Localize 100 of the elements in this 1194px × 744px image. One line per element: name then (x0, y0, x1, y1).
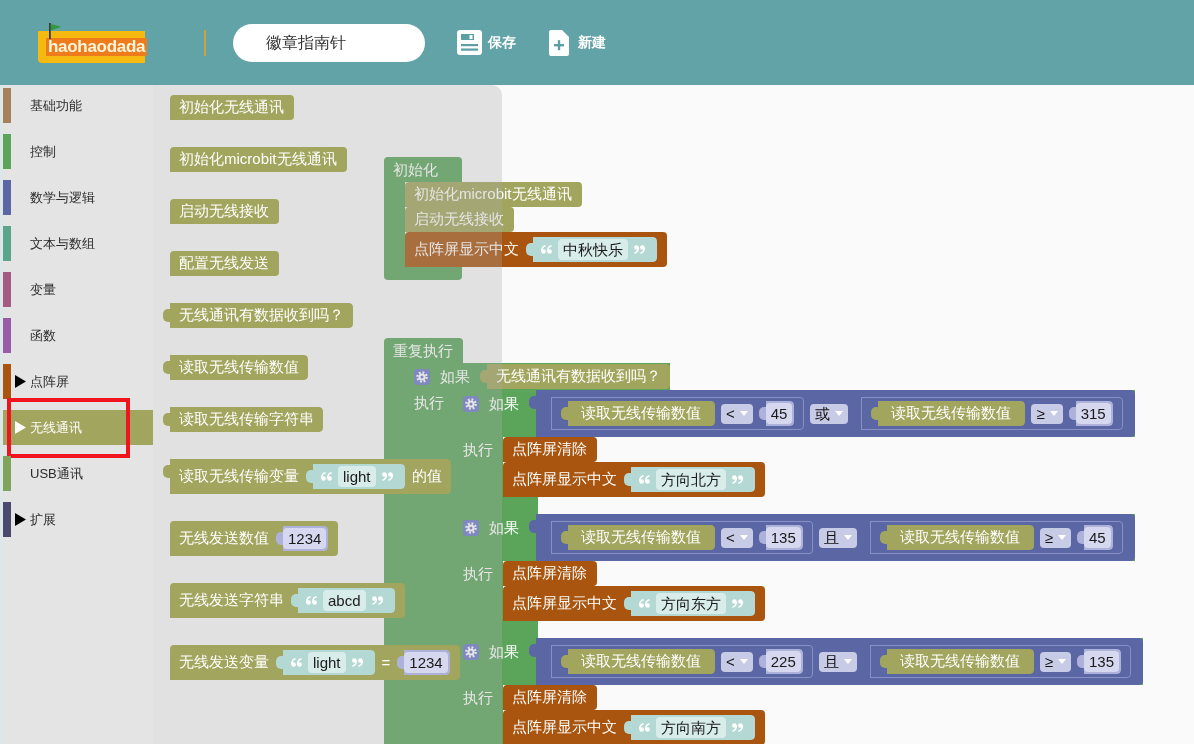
text-field[interactable]: abcd (323, 590, 366, 611)
dropdown[interactable]: ≥ (1039, 527, 1072, 548)
number-field[interactable]: 315 (1075, 403, 1111, 424)
dropdown[interactable]: 或 (810, 403, 849, 424)
statement-block[interactable]: 点阵屏显示中文 方向东方 (503, 586, 765, 621)
statement-block[interactable]: 点阵屏清除 (503, 561, 597, 586)
project-name-field[interactable]: 徽章指南针 (233, 23, 425, 62)
number-block[interactable]: 1234 (276, 526, 329, 551)
category-item[interactable]: 数学与逻辑 (3, 180, 153, 215)
statement-block[interactable]: 点阵屏显示中文 方向南方 (503, 710, 765, 744)
block-label: 执行 (463, 689, 493, 706)
condition-block[interactable]: 读取无线传输数值 < 225 且 读取无线传输数值 ≥ 135 (529, 638, 1144, 685)
block-label: 执行 (463, 565, 493, 582)
close-quote-icon (371, 596, 383, 605)
close-quote-icon (634, 245, 645, 254)
text-field[interactable]: 中秋快乐 (558, 239, 628, 260)
open-quote-icon (306, 596, 317, 605)
gear-icon[interactable] (414, 369, 430, 385)
condition-block[interactable]: 读取无线传输数值 < 135 且 读取无线传输数值 ≥ 45 (529, 514, 1135, 561)
text-block[interactable]: 方向东方 (624, 591, 755, 616)
flag-icon (48, 22, 62, 39)
text-block[interactable]: 方向南方 (624, 715, 755, 740)
caret-icon (1058, 535, 1067, 540)
number-block[interactable]: 135 (1077, 649, 1122, 674)
statement-block[interactable]: 无线发送数值 1234 (170, 521, 339, 556)
gear-icon[interactable] (463, 520, 479, 536)
caret-icon (739, 535, 748, 540)
close-quote-icon (351, 658, 363, 667)
text-field[interactable]: 方向南方 (656, 717, 726, 738)
text-block[interactable]: light (276, 650, 375, 675)
text-block[interactable]: abcd (291, 588, 395, 613)
number-field[interactable]: 45 (1084, 527, 1111, 548)
text-field[interactable]: 方向北方 (656, 469, 726, 490)
dropdown[interactable]: 且 (818, 527, 857, 548)
number-block[interactable]: 315 (1068, 401, 1113, 426)
statement-block[interactable]: 点阵屏清除 (503, 685, 597, 710)
block-label: 执行 (414, 394, 444, 411)
text-field[interactable]: light (308, 652, 346, 673)
category-item[interactable]: USB通讯 (3, 456, 153, 491)
caret-icon (739, 411, 748, 416)
caret-icon (835, 411, 844, 416)
statement-block[interactable]: 点阵屏显示中文 方向北方 (503, 462, 765, 497)
number-field[interactable]: 1234 (283, 528, 327, 549)
open-quote-icon (639, 475, 650, 484)
text-block[interactable]: 中秋快乐 (526, 237, 657, 262)
open-quote-icon (639, 599, 650, 608)
gear-icon[interactable] (463, 396, 479, 412)
category-item[interactable]: 变量 (3, 272, 153, 307)
open-quote-icon (541, 245, 552, 254)
category-item[interactable]: 函数 (3, 318, 153, 353)
dropdown[interactable]: < (721, 651, 753, 672)
number-block[interactable]: 45 (1077, 525, 1113, 550)
open-quote-icon (639, 723, 650, 732)
statement-block[interactable]: 无线发送字符串 abcd (170, 583, 405, 618)
statement-block[interactable]: 点阵屏清除 (503, 437, 597, 462)
save-icon (457, 30, 482, 55)
block-header[interactable]: 如果 读取无线传输数值 < 225 且 读取无线传输数值 ≥ 135 (454, 638, 1144, 685)
category-item[interactable]: 基础功能 (3, 88, 153, 123)
close-quote-icon (732, 475, 743, 484)
caret-icon (739, 659, 748, 664)
value-block[interactable]: 读取无线传输变量 light 的值 (163, 459, 451, 494)
number-field[interactable]: 225 (765, 651, 801, 672)
number-field[interactable]: 45 (765, 403, 793, 424)
open-quote-icon (291, 658, 302, 667)
category-item[interactable]: 点阵屏 (3, 364, 153, 399)
number-field[interactable]: 135 (1084, 651, 1120, 672)
text-field[interactable]: light (338, 466, 376, 487)
block-header[interactable]: 如果 读取无线传输数值 < 135 且 读取无线传输数值 ≥ 45 (454, 514, 1135, 561)
number-block[interactable]: 1234 (397, 650, 450, 675)
dropdown[interactable]: < (721, 403, 753, 424)
open-quote-icon (321, 472, 332, 481)
caret-icon (843, 535, 852, 540)
text-field[interactable]: 方向东方 (656, 593, 726, 614)
close-quote-icon (732, 599, 743, 608)
block-header[interactable]: 如果 读取无线传输数值 < 45 或 读取无线传输数值 ≥ 315 (454, 390, 1135, 437)
number-field[interactable]: 1234 (404, 652, 448, 673)
dropdown[interactable]: < (721, 527, 753, 548)
text-block[interactable]: 方向北方 (624, 467, 755, 492)
dropdown[interactable]: ≥ (1031, 403, 1063, 424)
text-block[interactable]: light (306, 464, 405, 489)
caret-icon (1058, 659, 1067, 664)
number-block[interactable]: 45 (758, 401, 795, 426)
caret-icon (843, 659, 852, 664)
number-block[interactable]: 135 (758, 525, 803, 550)
caret-icon (1049, 411, 1058, 416)
condition-block[interactable]: 读取无线传输数值 < 45 或 读取无线传输数值 ≥ 315 (529, 390, 1135, 437)
dropdown[interactable]: 且 (818, 651, 857, 672)
number-block[interactable]: 225 (758, 649, 803, 674)
statement-block[interactable]: 无线发送变量 light = 1234 (170, 645, 460, 680)
close-quote-icon (732, 723, 743, 732)
number-field[interactable]: 135 (765, 527, 801, 548)
block-label: 执行 (463, 441, 493, 458)
statement-block[interactable]: 点阵屏显示中文 中秋快乐 (405, 232, 667, 267)
document-plus-icon (549, 29, 569, 56)
category-item[interactable]: 扩展 (3, 502, 153, 537)
dropdown[interactable]: ≥ (1039, 651, 1072, 672)
close-quote-icon (381, 472, 393, 481)
category-item[interactable]: 文本与数组 (3, 226, 153, 261)
gear-icon[interactable] (463, 644, 479, 660)
category-item[interactable]: 控制 (3, 134, 153, 169)
